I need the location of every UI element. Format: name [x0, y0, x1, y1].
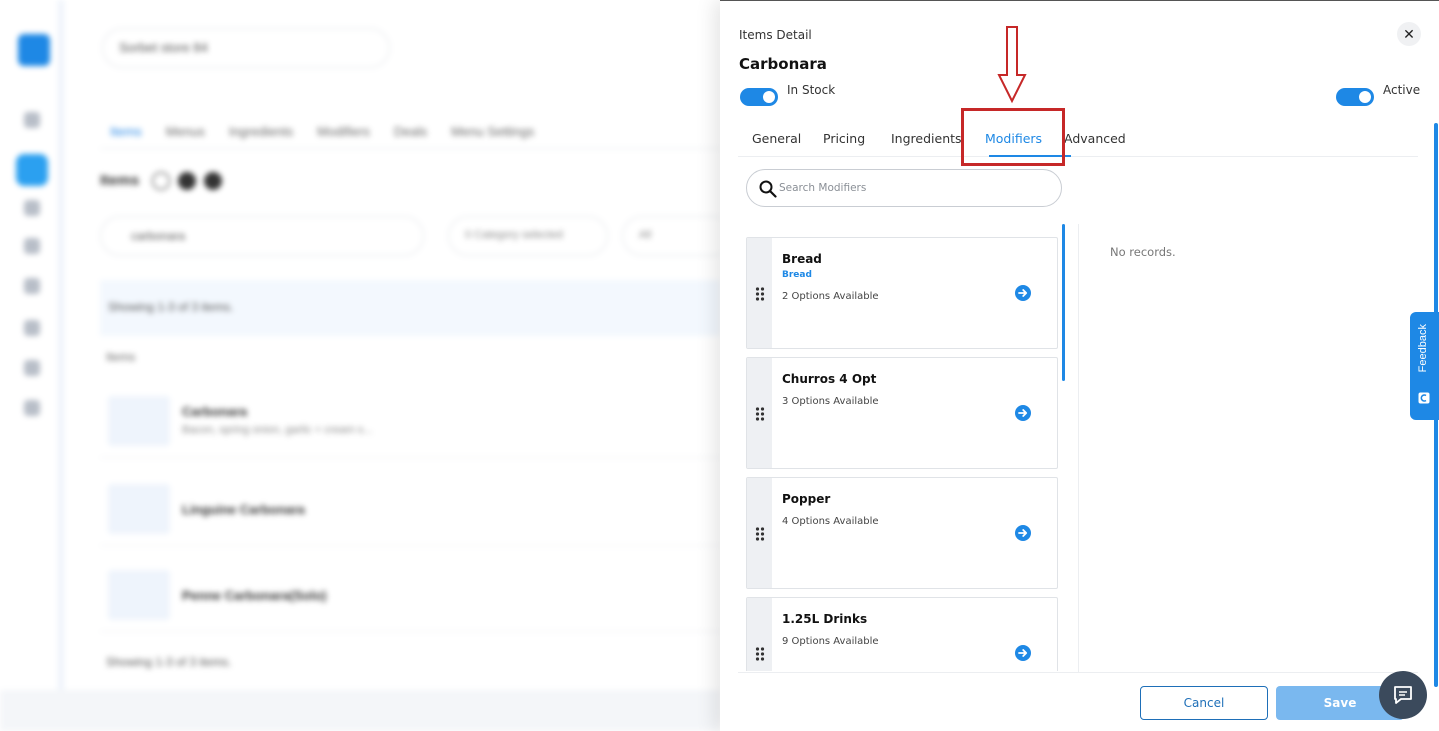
modifier-card-churros[interactable]: Churros 4 Opt 3 Options Available	[746, 357, 1058, 469]
item-description: Bacon, spring onion, garlic + cream s...	[182, 424, 373, 436]
bg-tab-items: Items	[110, 124, 142, 139]
home-icon	[24, 112, 40, 128]
bg-tab-menu-settings: Menu Settings	[451, 124, 535, 139]
modifier-name: 1.25L Drinks	[782, 612, 868, 626]
modifier-name: Bread	[782, 252, 822, 266]
pointer-arrow-icon	[997, 26, 1027, 104]
active-label: Active	[1383, 83, 1421, 97]
sort-icon	[204, 172, 222, 190]
tab-general[interactable]: General	[752, 131, 801, 146]
table-row: Penne Carbonara(Solo)	[100, 558, 720, 632]
item-detail-drawer: Items Detail Carbonara ✕ In Stock Active…	[720, 0, 1439, 731]
modifier-search	[746, 169, 1062, 207]
store-select: Sorbet store 84	[102, 28, 390, 68]
chat-button[interactable]	[1379, 671, 1427, 719]
modifier-list: Bread Bread 2 Options Available Churros …	[746, 237, 1058, 671]
modifier-options-count: 3 Options Available	[782, 396, 879, 407]
item-name: Carbonara	[182, 404, 248, 419]
menu-nav-icon	[16, 154, 48, 186]
item-name: Linguine Carbonara	[182, 502, 305, 517]
tab-advanced[interactable]: Advanced	[1064, 131, 1126, 146]
modifier-name: Churros 4 Opt	[782, 372, 877, 386]
in-stock-label: In Stock	[787, 83, 836, 97]
drag-grip-icon	[755, 407, 765, 421]
bg-search-input: carbonara	[100, 216, 424, 256]
tab-pricing[interactable]: Pricing	[823, 131, 865, 146]
bg-section-title: Items	[100, 172, 140, 189]
drag-handle[interactable]	[747, 478, 772, 588]
feedback-label: Feedback	[1417, 324, 1429, 373]
active-tab-indicator	[989, 155, 1071, 157]
arrow-right-icon[interactable]	[1015, 405, 1031, 421]
bg-tab-ingredients: Ingredients	[228, 124, 294, 139]
modifier-card-drinks[interactable]: 1.25L Drinks 9 Options Available	[746, 597, 1058, 671]
arrow-right-icon[interactable]	[1015, 525, 1031, 541]
tab-ingredients[interactable]: Ingredients	[891, 131, 962, 146]
bg-tab-divider	[100, 148, 720, 149]
drag-grip-icon	[755, 647, 765, 661]
orders-icon	[24, 200, 40, 216]
item-thumbnail	[108, 484, 170, 534]
drag-handle[interactable]	[747, 598, 772, 671]
bg-footer-count: Showing 1-3 of 3 items.	[106, 655, 232, 669]
table-row: Linguine Carbonara	[100, 472, 720, 546]
bg-list-label: Items	[106, 350, 136, 364]
modifier-options-count: 9 Options Available	[782, 636, 879, 647]
item-title: Carbonara	[739, 55, 827, 73]
side-rail	[0, 0, 64, 731]
table-row: Carbonara Bacon, spring onion, garlic + …	[100, 384, 720, 458]
no-records-text: No records.	[1110, 245, 1176, 259]
close-icon: ✕	[1403, 26, 1415, 42]
chat-icon	[1394, 686, 1412, 704]
background-app: Sorbet store 84 Items Menus Ingredients …	[0, 0, 720, 731]
customers-icon	[24, 278, 40, 294]
modifier-options-count: 4 Options Available	[782, 516, 879, 527]
bg-tab-menus: Menus	[165, 124, 205, 139]
modifier-list-scrollbar[interactable]	[1062, 224, 1065, 381]
tab-modifiers[interactable]: Modifiers	[985, 131, 1042, 146]
item-name: Penne Carbonara(Solo)	[182, 588, 327, 603]
arrow-right-icon[interactable]	[1015, 645, 1031, 661]
detail-tabs: General Pricing Ingredients Modifiers Ad…	[738, 131, 1418, 157]
drag-handle[interactable]	[747, 238, 772, 348]
cancel-button[interactable]: Cancel	[1140, 686, 1268, 720]
status-filter: All	[622, 216, 720, 256]
add-icon	[178, 172, 196, 190]
item-thumbnail	[108, 396, 170, 446]
tools-icon	[24, 360, 40, 376]
drag-grip-icon	[755, 287, 765, 301]
item-thumbnail	[108, 570, 170, 620]
footer-divider	[738, 672, 1418, 673]
marketing-icon	[24, 320, 40, 336]
bg-bottom-bar	[0, 690, 720, 731]
close-button[interactable]: ✕	[1397, 22, 1421, 46]
panel-divider	[1078, 224, 1079, 672]
in-stock-toggle[interactable]	[740, 88, 778, 106]
active-toggle[interactable]	[1336, 88, 1374, 106]
modifier-card-popper[interactable]: Popper 4 Options Available	[746, 477, 1058, 589]
info-icon	[152, 172, 170, 190]
drawer-caption: Items Detail	[739, 28, 812, 42]
modifier-subtitle: Bread	[782, 270, 812, 280]
modifier-options-count: 2 Options Available	[782, 291, 879, 302]
modifier-name: Popper	[782, 492, 831, 506]
bg-tab-deals: Deals	[393, 124, 428, 139]
search-input[interactable]	[779, 178, 1049, 198]
showing-banner: Showing 1-3 of 3 items.	[100, 280, 720, 336]
search-icon	[759, 180, 777, 198]
modifier-card-bread[interactable]: Bread Bread 2 Options Available	[746, 237, 1058, 349]
reports-icon	[24, 238, 40, 254]
background-tabs: Items Menus Ingredients Modifiers Deals …	[110, 124, 534, 139]
settings-icon	[24, 400, 40, 416]
drag-grip-icon	[755, 527, 765, 541]
app-logo	[18, 34, 50, 66]
category-filter: 0 Category selected	[448, 216, 608, 256]
feedback-icon	[1418, 392, 1430, 404]
feedback-tab[interactable]: Feedback	[1410, 312, 1439, 420]
arrow-right-icon[interactable]	[1015, 285, 1031, 301]
bg-tab-modifiers: Modifiers	[317, 124, 370, 139]
drag-handle[interactable]	[747, 358, 772, 468]
